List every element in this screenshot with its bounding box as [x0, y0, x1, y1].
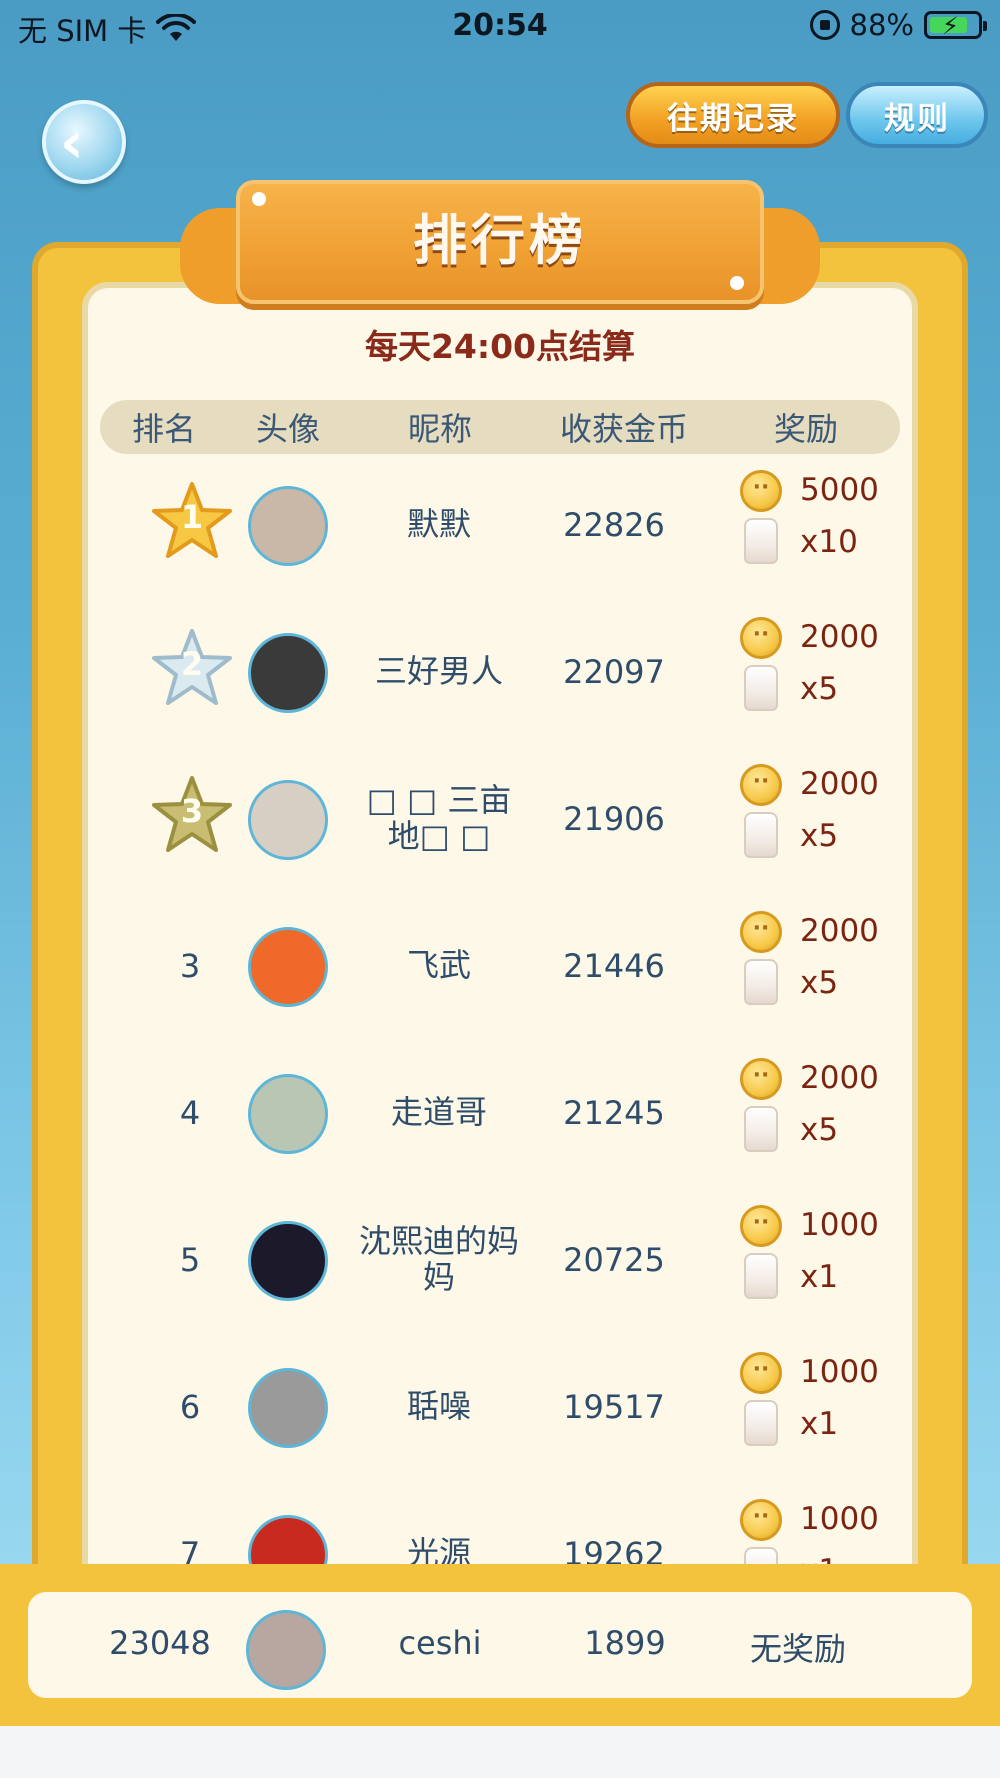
- coins-earned: 19262: [563, 1535, 665, 1564]
- my-reward: 无奖励: [749, 1630, 846, 1668]
- reward-milk: x10: [800, 524, 858, 560]
- battery-icon: ⚡: [924, 11, 987, 40]
- nickname: □ □ 三亩 地□ □: [366, 781, 512, 855]
- milk-bottle-icon: [744, 959, 778, 1005]
- status-bar: 无 SIM 卡 20:54 88% ⚡: [0, 0, 1000, 56]
- milk-bottle-icon: [744, 1400, 778, 1446]
- rotation-lock-icon: [809, 10, 840, 40]
- reward-milk: x5: [800, 965, 839, 1001]
- milk-bottle-icon: [744, 1253, 778, 1299]
- my-coins: 1899: [584, 1624, 666, 1662]
- rank-number: 6: [179, 1388, 201, 1426]
- back-button[interactable]: ‹: [42, 100, 126, 184]
- milk-bottle-icon: [744, 1547, 778, 1564]
- my-rank: 23048: [109, 1624, 211, 1662]
- nickname: 光源: [406, 1534, 471, 1564]
- coin-icon: [740, 1205, 782, 1247]
- table-row[interactable]: 3 □ □ 三亩 地□ □ 21906 2000 x5: [88, 752, 912, 898]
- avatar[interactable]: [248, 1221, 328, 1301]
- header-coins: 收获金币: [559, 410, 688, 448]
- reward-milk: x1: [800, 1259, 839, 1295]
- coins-earned: 19517: [563, 1388, 665, 1426]
- reward-milk: x1: [800, 1406, 839, 1442]
- avatar[interactable]: [248, 1515, 328, 1564]
- reward-coins: 1000: [800, 1354, 879, 1390]
- header-avatar: 头像: [255, 410, 320, 448]
- reward-coins: 1000: [800, 1207, 879, 1243]
- nickname: 默默: [406, 505, 471, 543]
- page-title: 排行榜: [413, 209, 587, 272]
- avatar[interactable]: [248, 1368, 328, 1448]
- table-row[interactable]: 1 默默 22826 5000 x10: [88, 458, 912, 604]
- avatar[interactable]: [248, 633, 328, 713]
- coins-earned: 22826: [563, 506, 665, 544]
- medal-rank: 2: [180, 645, 204, 683]
- home-indicator-area: [0, 1726, 1000, 1778]
- reward-milk: x1: [800, 1553, 838, 1564]
- header-reward: 奖励: [773, 410, 838, 448]
- coin-icon: [740, 764, 782, 806]
- header-nickname: 昵称: [407, 410, 472, 448]
- milk-bottle-icon: [744, 812, 778, 858]
- milk-bottle-icon: [744, 1106, 778, 1152]
- ranking-list[interactable]: 1 默默 22826 5000 x10 2 三好男人 22097 2000 x5 3 □ □ 三亩…: [88, 458, 912, 1564]
- coin-icon: [740, 1352, 782, 1394]
- coins-earned: 21245: [563, 1094, 665, 1132]
- table-row[interactable]: 7 光源 19262 1000 x1: [88, 1487, 912, 1564]
- back-arrow-icon: ‹: [60, 108, 84, 176]
- avatar[interactable]: [248, 780, 328, 860]
- reward-coins: 2000: [800, 619, 879, 655]
- nickname: 聒噪: [406, 1387, 471, 1425]
- medal-rank: 1: [180, 498, 204, 536]
- coin-icon: [740, 617, 782, 659]
- coins-earned: 22097: [563, 653, 665, 691]
- reward-coins: 1000: [800, 1501, 879, 1537]
- rank-number: 7: [179, 1535, 201, 1564]
- avatar[interactable]: [248, 927, 328, 1007]
- coin-icon: [740, 911, 782, 953]
- reward-coins: 2000: [800, 913, 879, 949]
- my-avatar[interactable]: [246, 1610, 326, 1690]
- coins-earned: 20725: [563, 1241, 665, 1279]
- reward-coins: 5000: [800, 472, 879, 508]
- coin-icon: [740, 1499, 782, 1541]
- settlement-note: 每天24:00点结算: [364, 327, 636, 366]
- rank-number: 5: [179, 1241, 201, 1279]
- sparkle-icon: [730, 276, 744, 290]
- nickname: 飞武: [406, 946, 471, 984]
- coins-earned: 21906: [563, 800, 665, 838]
- my-nickname: ceshi: [398, 1624, 482, 1662]
- milk-bottle-icon: [744, 518, 778, 564]
- reward-milk: x5: [800, 1112, 839, 1148]
- avatar[interactable]: [248, 1074, 328, 1154]
- medal-rank: 3: [180, 792, 204, 830]
- nickname: 走道哥: [390, 1093, 487, 1131]
- table-row[interactable]: 6 聒噪 19517 1000 x1: [88, 1340, 912, 1486]
- coins-earned: 21446: [563, 947, 665, 985]
- coin-icon: [740, 1058, 782, 1100]
- status-right: 88% ⚡: [809, 8, 987, 42]
- table-row[interactable]: 5 沈熙迪的妈 妈 20725 1000 x1: [88, 1193, 912, 1339]
- reward-coins: 2000: [800, 766, 879, 802]
- nickname: 沈熙迪的妈 妈: [358, 1222, 519, 1296]
- coin-icon: [740, 470, 782, 512]
- rank-number: 4: [179, 1094, 201, 1132]
- milk-bottle-icon: [744, 665, 778, 711]
- reward-milk: x5: [800, 671, 839, 707]
- reward-milk: x5: [800, 818, 839, 854]
- reward-coins: 2000: [800, 1060, 879, 1096]
- nickname: 三好男人: [374, 652, 503, 690]
- table-row[interactable]: 4 走道哥 21245 2000 x5: [88, 1046, 912, 1192]
- charging-icon: ⚡: [942, 12, 959, 40]
- battery-percent: 88%: [849, 8, 914, 42]
- table-row[interactable]: 3 飞武 21446 2000 x5: [88, 899, 912, 1045]
- header-rank: 排名: [131, 410, 196, 448]
- avatar[interactable]: [248, 486, 328, 566]
- history-button[interactable]: 往期记录: [626, 82, 840, 148]
- rank-number: 3: [179, 947, 201, 985]
- rules-button[interactable]: 规则: [846, 82, 988, 148]
- table-row[interactable]: 2 三好男人 22097 2000 x5: [88, 605, 912, 751]
